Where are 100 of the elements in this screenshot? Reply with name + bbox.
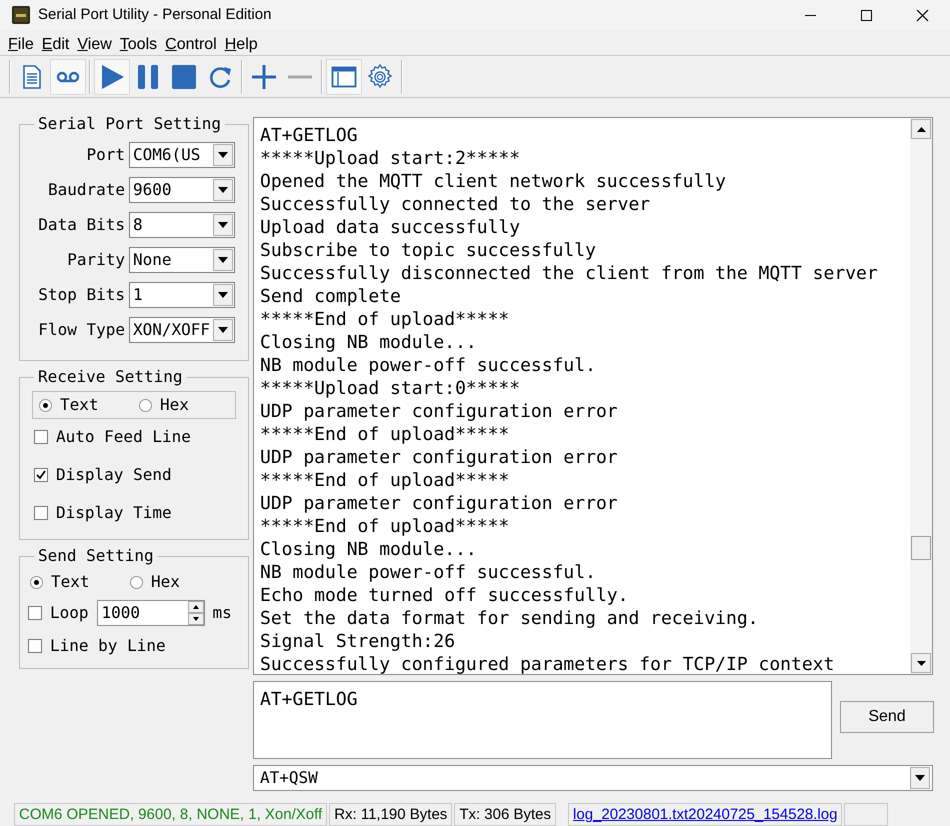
number-spinner[interactable]: 1000	[96, 600, 205, 626]
checkbox-label: Auto Feed Line	[56, 426, 191, 448]
status-text: Rx: 11,190 Bytes	[329, 803, 452, 826]
command-dropdown[interactable]: AT+QSW	[253, 765, 933, 791]
tape-button[interactable]	[50, 58, 86, 94]
radio-button[interactable]	[30, 576, 43, 588]
scroll-down-button[interactable]	[911, 653, 931, 673]
pause-icon	[135, 64, 161, 90]
log-line: Closing NB module...	[260, 538, 478, 561]
log-line: Set the data format for sending and receiving.	[260, 607, 760, 630]
field-label: Baudrate	[48, 179, 125, 201]
log-line: Echo mode turned off successfully.	[260, 584, 630, 607]
log-line: *****End of upload*****	[260, 469, 510, 492]
status-text: COM6 OPENED, 9600, 8, NONE, 1, Xon/Xoff	[14, 803, 328, 826]
log-line: Successfully configured parameters for TCP/IP context	[260, 653, 836, 674]
caret-icon[interactable]	[218, 152, 228, 158]
caret-icon[interactable]	[218, 222, 228, 228]
up-arrow-icon	[916, 126, 926, 132]
log-line: NB module power-off successful.	[260, 354, 597, 377]
log-line: *****Upload start:2*****	[260, 147, 522, 170]
window-button[interactable]	[326, 58, 362, 94]
minus-icon	[287, 74, 313, 78]
send-input-field[interactable]: AT+GETLOG	[253, 681, 832, 759]
plus-icon	[251, 64, 277, 90]
caret-icon[interactable]	[218, 187, 228, 193]
play-icon	[99, 64, 125, 90]
log-line: NB module power-off successful.	[260, 561, 597, 584]
dropdown[interactable]: 1	[129, 282, 235, 308]
radio-label: Hex	[160, 394, 189, 416]
log-line: UDP parameter configuration error	[260, 400, 619, 423]
group-title: Receive Setting	[37, 369, 184, 385]
dropdown[interactable]: COM6(US	[129, 142, 235, 168]
spin-arrows-icon[interactable]	[188, 601, 204, 625]
close-icon[interactable]	[914, 8, 930, 22]
dropdown[interactable]: None	[129, 247, 235, 273]
log-line: UDP parameter configuration error	[260, 446, 619, 469]
app-logo-icon	[12, 6, 30, 24]
send-button[interactable]: Send	[840, 701, 934, 733]
stop-icon	[171, 64, 197, 90]
log-line: Subscribe to topic successfully	[260, 239, 597, 262]
radio-label: Hex	[151, 571, 180, 593]
checkbox[interactable]	[28, 606, 42, 620]
checkbox[interactable]	[28, 639, 42, 653]
maximize-icon[interactable]	[858, 8, 874, 22]
log-line: Signal Strength:26	[260, 630, 456, 653]
down-arrow-icon	[916, 660, 926, 666]
log-line: UDP parameter configuration error	[260, 492, 619, 515]
unit-label: ms	[212, 602, 232, 624]
log-line: Successfully disconnected the client from the MQTT server	[260, 262, 879, 285]
dropdown[interactable]: 8	[129, 212, 235, 238]
log-line: Successfully connected to the server	[260, 193, 652, 216]
log-line: *****End of upload*****	[260, 515, 510, 538]
scroll-thumb[interactable]	[911, 536, 931, 560]
log-line: *****End of upload*****	[260, 308, 510, 331]
log-file-link[interactable]: log_20230801.txt20240725_154528.log	[568, 803, 842, 826]
log-line: Send complete	[260, 285, 402, 308]
checkbox[interactable]	[34, 506, 48, 520]
log-line: *****End of upload*****	[260, 423, 510, 446]
log-line: Closing NB module...	[260, 331, 478, 354]
caret-icon[interactable]	[218, 327, 228, 333]
field-label: Stop Bits	[38, 284, 125, 306]
log-line: Opened the MQTT client network successfully	[260, 170, 727, 193]
gear-icon	[367, 64, 393, 90]
menu-item[interactable]: Help	[220, 34, 262, 56]
menu-item[interactable]: File	[4, 34, 38, 56]
radio-label: Text	[60, 394, 99, 416]
radio-button[interactable]	[130, 576, 143, 588]
log-line: Upload data successfully	[260, 216, 522, 239]
dropdown[interactable]: XON/XOFF	[129, 317, 235, 343]
group-title: Serial Port Setting	[37, 116, 222, 132]
window-icon	[331, 64, 357, 90]
radio-button[interactable]	[39, 398, 52, 412]
play-button[interactable]	[94, 58, 130, 94]
scrollbar[interactable]	[910, 118, 932, 674]
checkbox-label: Display Time	[56, 502, 172, 524]
caret-icon[interactable]	[915, 775, 925, 781]
radio-label: Text	[51, 571, 90, 593]
status-text: Tx: 306 Bytes	[454, 803, 556, 826]
scroll-up-button[interactable]	[911, 119, 931, 139]
field-label: Port	[86, 144, 125, 166]
checkbox-label: Line by Line	[50, 635, 166, 657]
menu-item[interactable]: Tools	[116, 34, 162, 56]
caret-icon[interactable]	[218, 292, 228, 298]
dropdown[interactable]: 9600	[129, 177, 235, 203]
window-title: Serial Port Utility - Personal Edition	[38, 4, 272, 25]
checkbox-label: Display Send	[56, 464, 172, 486]
checkbox-label: Loop	[50, 602, 89, 624]
checkbox[interactable]	[34, 430, 48, 444]
menu-item[interactable]: Control	[161, 34, 221, 56]
radio-button[interactable]	[139, 398, 152, 412]
menu-item[interactable]: Edit	[38, 34, 74, 56]
status-panel	[844, 803, 888, 826]
group-title: Send Setting	[37, 548, 155, 564]
log-line: *****Upload start:0*****	[260, 377, 522, 400]
field-label: Parity	[67, 249, 125, 271]
menu-item[interactable]: View	[73, 34, 116, 56]
caret-icon[interactable]	[218, 257, 228, 263]
field-label: Data Bits	[38, 214, 125, 236]
checkbox[interactable]	[34, 468, 48, 482]
log-line: AT+GETLOG	[260, 124, 359, 147]
